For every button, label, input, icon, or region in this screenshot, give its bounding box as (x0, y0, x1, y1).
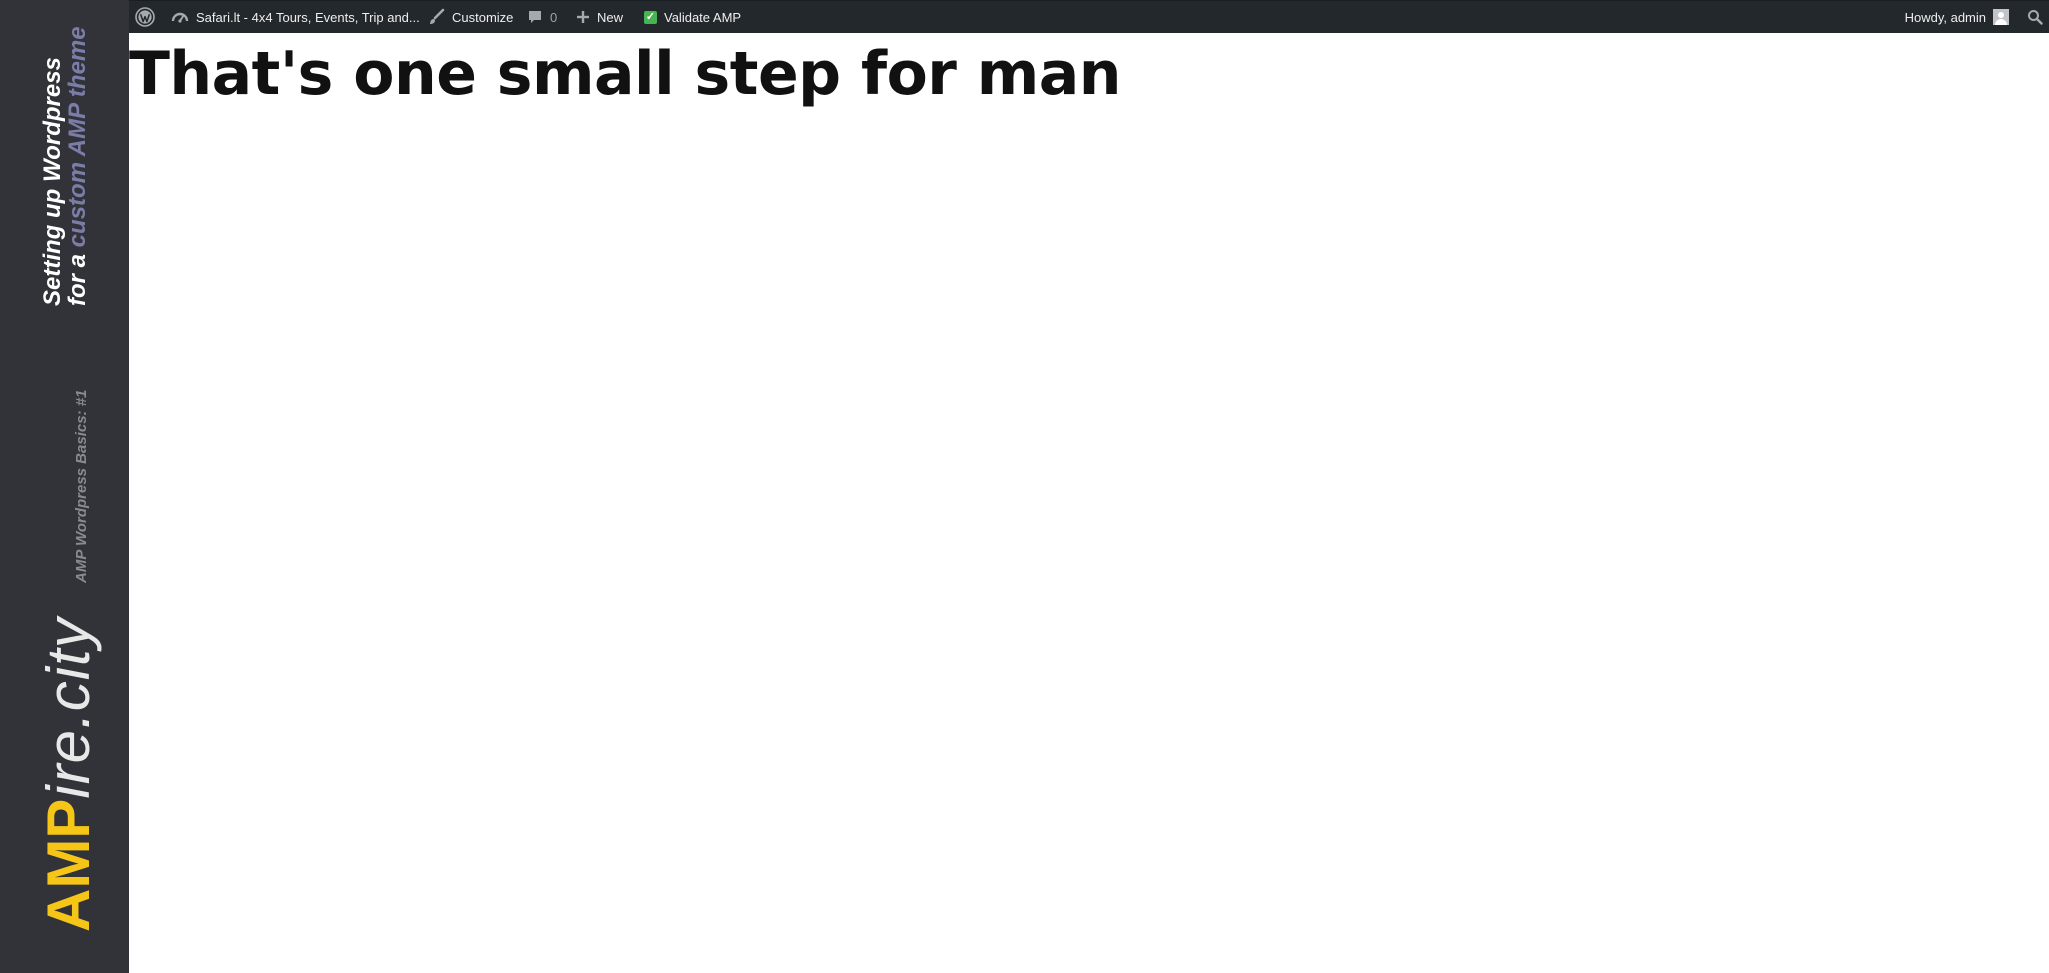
series-title-line2-plain: for a (64, 247, 91, 306)
series-title-line1: Setting up Wordpress (39, 57, 66, 306)
wp-admin-bar: Safari.lt - 4x4 Tours, Events, Trip and.… (129, 0, 2049, 33)
wordpress-logo-icon (135, 7, 155, 27)
comments-link[interactable]: 0 (527, 1, 557, 33)
page: Setting up Wordpress for a custom AMP th… (0, 0, 2049, 973)
dashboard-icon (171, 9, 189, 25)
brand-logo-rest: ire.city (35, 617, 102, 799)
series-title-line2: for a custom AMP theme (64, 26, 91, 306)
page-title: That's one small step for man (129, 39, 1122, 109)
plus-icon (576, 10, 590, 24)
comments-count: 0 (550, 9, 558, 25)
wp-logo-menu[interactable] (135, 1, 155, 33)
search-icon (2027, 9, 2043, 25)
brand-logo-amp: AMP (35, 798, 102, 932)
series-title: Setting up Wordpress for a custom AMP th… (39, 26, 91, 306)
new-label: New (597, 9, 624, 25)
site-name-label: Safari.lt - 4x4 Tours, Events, Trip and.… (196, 9, 420, 25)
validate-amp-link[interactable]: ✓ Validate AMP (644, 1, 741, 33)
series-title-line2-accent: custom AMP theme (64, 26, 91, 248)
howdy-label: Howdy, admin (1904, 9, 1986, 25)
comment-icon (527, 9, 543, 25)
my-account-menu[interactable]: Howdy, admin (1905, 1, 2009, 33)
site-name-link[interactable]: Safari.lt - 4x4 Tours, Events, Trip and.… (171, 1, 420, 33)
brand-logo: AMPire.city (35, 617, 102, 932)
checkbox-icon: ✓ (644, 10, 657, 24)
search-button[interactable] (2027, 1, 2043, 33)
series-subtitle: AMP Wordpress Basics: #1 (73, 389, 90, 583)
new-content-menu[interactable]: New (576, 1, 623, 33)
customize-label: Customize (452, 9, 514, 25)
side-banner: Setting up Wordpress for a custom AMP th… (0, 0, 129, 973)
paintbrush-icon (427, 8, 445, 26)
validate-amp-label: Validate AMP (664, 9, 742, 25)
user-avatar-icon (1993, 9, 2009, 25)
customize-link[interactable]: Customize (427, 1, 513, 33)
